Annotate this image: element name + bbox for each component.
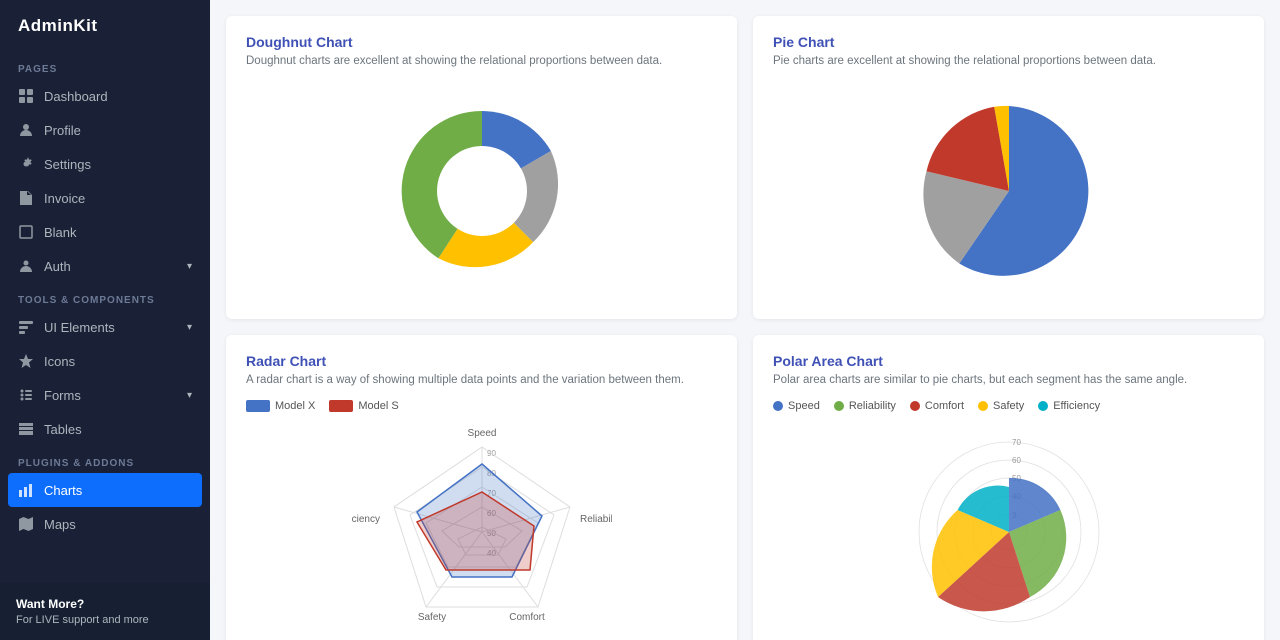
radar-legend: Model X Model S: [246, 400, 717, 412]
dashboard-icon: [18, 88, 34, 104]
doughnut-chart-desc: Doughnut charts are excellent at showing…: [246, 53, 717, 69]
svg-text:Reliability: Reliability: [580, 514, 612, 525]
section-label-plugins: Plugins & Addons: [0, 446, 210, 473]
legend-dot-comfort: [910, 401, 920, 411]
pie-chart-card: Pie Chart Pie charts are excellent at sh…: [753, 16, 1264, 319]
legend-item-comfort: Comfort: [910, 400, 964, 412]
svg-text:Comfort: Comfort: [509, 612, 545, 623]
legend-dot-speed: [773, 401, 783, 411]
map-icon: [18, 516, 34, 532]
radar-svg: Speed Reliability Comfort Safety Efficie…: [352, 422, 612, 632]
radar-chart-area: Speed Reliability Comfort Safety Efficie…: [246, 422, 717, 632]
pie-chart-desc: Pie charts are excellent at showing the …: [773, 53, 1244, 69]
polar-chart-card: Polar Area Chart Polar area charts are s…: [753, 335, 1264, 640]
sidebar-item-invoice[interactable]: Invoice: [0, 181, 210, 215]
legend-label-reliability: Reliability: [849, 400, 896, 412]
sidebar-item-label: Forms: [44, 388, 81, 403]
sidebar-item-label: Tables: [44, 422, 82, 437]
polar-chart-area: 70 60 50 40 3: [773, 422, 1244, 632]
sidebar-item-blank[interactable]: Blank: [0, 215, 210, 249]
svg-text:70: 70: [1012, 438, 1021, 447]
sidebar-item-dashboard[interactable]: Dashboard: [0, 79, 210, 113]
sidebar-item-label: Dashboard: [44, 89, 108, 104]
ui-icon: [18, 319, 34, 335]
legend-label-efficiency: Efficiency: [1053, 400, 1100, 412]
sidebar-bottom-promo: Want More? For LIVE support and more: [0, 583, 210, 640]
sidebar-item-auth[interactable]: Auth ▾: [0, 249, 210, 283]
table-icon: [18, 421, 34, 437]
sidebar-item-label: Invoice: [44, 191, 85, 206]
doughnut-svg: [382, 91, 582, 291]
square-icon: [18, 224, 34, 240]
gear-icon: [18, 156, 34, 172]
sidebar-item-ui-elements[interactable]: UI Elements ▾: [0, 310, 210, 344]
pie-svg: [909, 91, 1109, 291]
radar-chart-card: Radar Chart A radar chart is a way of sh…: [226, 335, 737, 640]
svg-text:Safety: Safety: [417, 612, 445, 623]
section-label-pages: Pages: [0, 52, 210, 79]
doughnut-chart-title: Doughnut Chart: [246, 34, 717, 50]
sidebar-item-label: Charts: [44, 483, 82, 498]
support-text: For LIVE support and more: [16, 614, 194, 626]
section-label-tools: Tools & Components: [0, 283, 210, 310]
file-icon: [18, 190, 34, 206]
legend-item-efficiency: Efficiency: [1038, 400, 1100, 412]
polar-legend: Speed Reliability Comfort Safety Efficie…: [773, 400, 1244, 412]
sidebar-item-tables[interactable]: Tables: [0, 412, 210, 446]
svg-text:60: 60: [1012, 456, 1021, 465]
doughnut-chart-area: [246, 81, 717, 301]
legend-dot-model-x: [246, 400, 270, 412]
sidebar-item-settings[interactable]: Settings: [0, 147, 210, 181]
sidebar-item-forms[interactable]: Forms ▾: [0, 378, 210, 412]
legend-item-model-s: Model S: [329, 400, 398, 412]
legend-item-speed: Speed: [773, 400, 820, 412]
sidebar-item-maps[interactable]: Maps: [0, 507, 210, 541]
legend-label-model-s: Model S: [358, 400, 398, 412]
legend-dot-safety: [978, 401, 988, 411]
legend-item-reliability: Reliability: [834, 400, 896, 412]
sidebar-item-label: Maps: [44, 517, 76, 532]
svg-text:Speed: Speed: [467, 428, 496, 439]
legend-item-model-x: Model X: [246, 400, 315, 412]
legend-dot-reliability: [834, 401, 844, 411]
sidebar-item-label: Profile: [44, 123, 81, 138]
sidebar-item-label: Auth: [44, 259, 71, 274]
sidebar-item-profile[interactable]: Profile: [0, 113, 210, 147]
pie-chart-area: [773, 81, 1244, 301]
radar-chart-desc: A radar chart is a way of showing multip…: [246, 372, 717, 388]
person-icon: [18, 122, 34, 138]
forms-icon: [18, 387, 34, 403]
sidebar-item-icons[interactable]: Icons: [0, 344, 210, 378]
sidebar-item-charts[interactable]: Charts: [8, 473, 202, 507]
legend-label-model-x: Model X: [275, 400, 315, 412]
legend-item-safety: Safety: [978, 400, 1024, 412]
polar-chart-title: Polar Area Chart: [773, 353, 1244, 369]
main-content: Doughnut Chart Doughnut charts are excel…: [210, 0, 1280, 640]
polar-svg: 70 60 50 40 3: [899, 422, 1119, 632]
star-icon: [18, 353, 34, 369]
chevron-down-icon: ▾: [187, 261, 192, 272]
radar-chart-title: Radar Chart: [246, 353, 717, 369]
brand-logo: AdminKit: [0, 0, 210, 52]
sidebar-item-label: UI Elements: [44, 320, 115, 335]
legend-dot-efficiency: [1038, 401, 1048, 411]
sidebar-item-label: Blank: [44, 225, 77, 240]
legend-label-safety: Safety: [993, 400, 1024, 412]
sidebar-item-label: Icons: [44, 354, 75, 369]
want-more-title: Want More?: [16, 597, 194, 611]
sidebar-item-label: Settings: [44, 157, 91, 172]
legend-label-speed: Speed: [788, 400, 820, 412]
legend-label-comfort: Comfort: [925, 400, 964, 412]
sidebar: AdminKit Pages Dashboard Profile Setting…: [0, 0, 210, 640]
bar-chart-icon: [18, 482, 34, 498]
legend-dot-model-s: [329, 400, 353, 412]
polar-chart-desc: Polar area charts are similar to pie cha…: [773, 372, 1244, 388]
pie-chart-title: Pie Chart: [773, 34, 1244, 50]
chevron-down-icon: ▾: [187, 322, 192, 333]
doughnut-chart-card: Doughnut Chart Doughnut charts are excel…: [226, 16, 737, 319]
lock-icon: [18, 258, 34, 274]
chevron-down-icon: ▾: [187, 390, 192, 401]
svg-text:Efficiency: Efficiency: [352, 514, 380, 525]
